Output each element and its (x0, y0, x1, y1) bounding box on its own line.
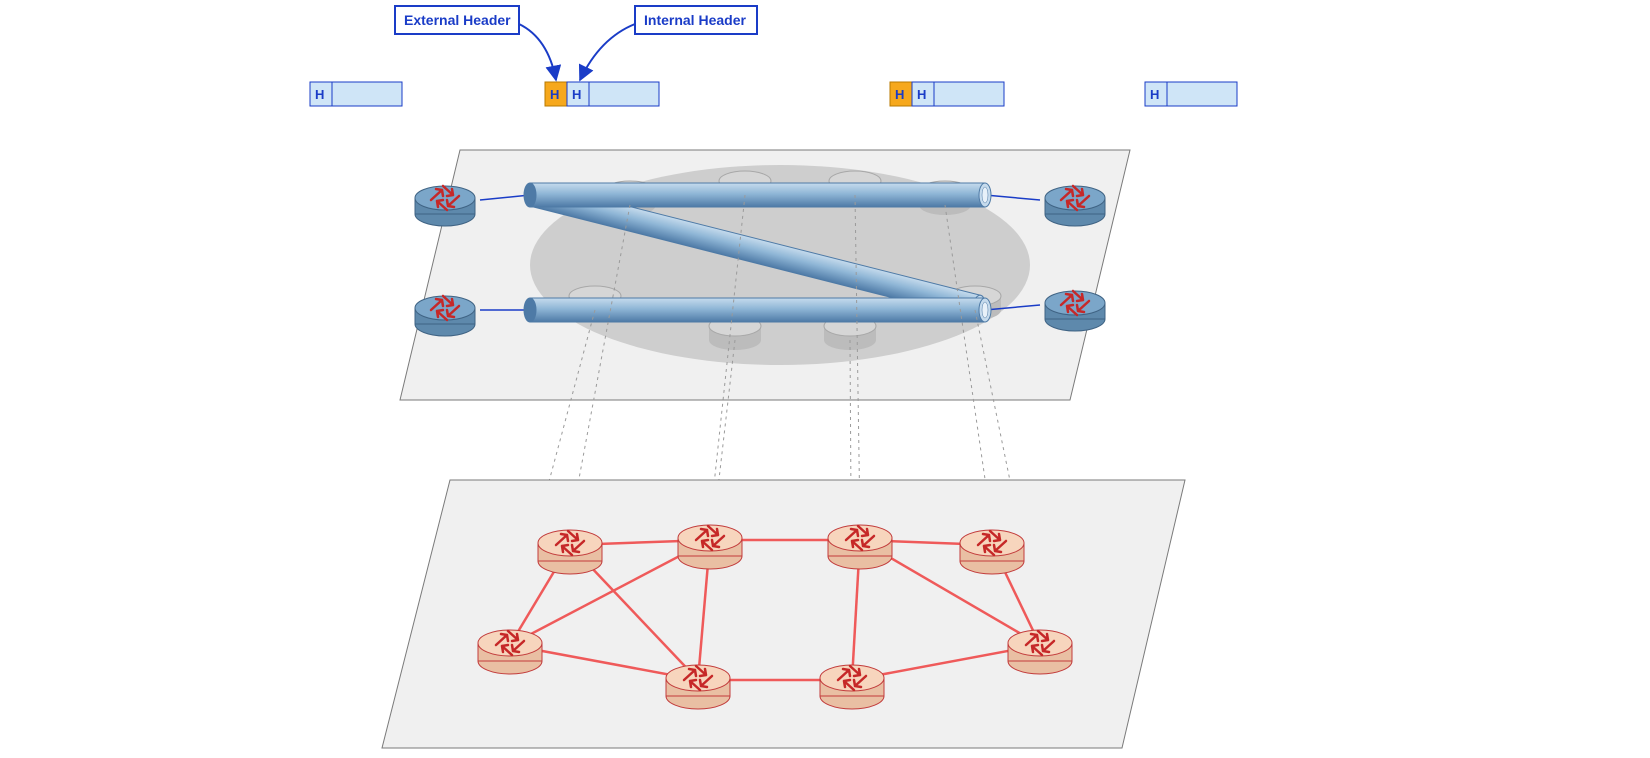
payload-cell (1167, 82, 1237, 106)
physical-router (538, 530, 602, 574)
physical-router (960, 530, 1024, 574)
physical-router (820, 665, 884, 709)
external-header-H: H (895, 87, 904, 102)
callout-arrow (519, 24, 556, 80)
physical-router (1008, 630, 1072, 674)
packet-encapsulated: HH (545, 82, 659, 106)
overlay-edge-router (415, 186, 475, 226)
packet-plain: H (1145, 82, 1237, 106)
packet-row: HHHHHH (310, 82, 1237, 106)
tunnel-tube (524, 183, 991, 207)
packet-plain: H (310, 82, 402, 106)
callout-internal-header-text: Internal Header (644, 12, 746, 28)
payload-cell (589, 82, 659, 106)
internal-header-H: H (1150, 87, 1159, 102)
internal-header-H: H (572, 87, 581, 102)
tunnel-tube (524, 298, 991, 322)
external-header-H: H (550, 87, 559, 102)
overlay-edge-router (415, 296, 475, 336)
payload-cell (934, 82, 1004, 106)
overlay-edge-router (1045, 291, 1105, 331)
callout-external-header-text: External Header (404, 12, 511, 28)
physical-plane (382, 480, 1185, 748)
overlay-plane (400, 150, 1130, 400)
physical-router (828, 525, 892, 569)
packet-encapsulated: HH (890, 82, 1004, 106)
overlay-edge-router (1045, 186, 1105, 226)
internal-header-H: H (917, 87, 926, 102)
physical-router (478, 630, 542, 674)
callout-arrow (580, 24, 635, 80)
physical-router (678, 525, 742, 569)
physical-router (666, 665, 730, 709)
callout-external-header: External Header (395, 6, 556, 80)
internal-header-H: H (315, 87, 324, 102)
callout-internal-header: Internal Header (580, 6, 757, 80)
payload-cell (332, 82, 402, 106)
